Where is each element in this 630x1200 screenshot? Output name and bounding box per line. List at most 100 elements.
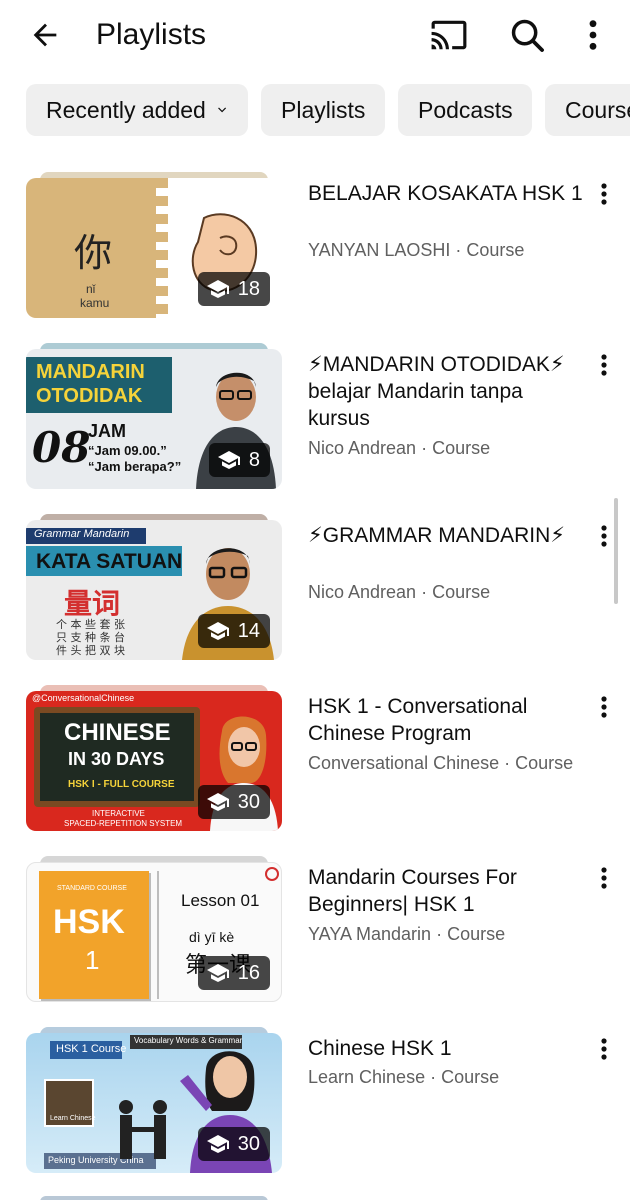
playlist-type: Course	[466, 240, 525, 260]
example-1: “Jam 09.00.”	[88, 443, 167, 458]
playlist-thumbnail[interactable]: MANDARIN OTODIDAK 08 JAM “Jam 09.00.” “J…	[26, 343, 282, 489]
playlist-meta: Nico Andrean · Course	[308, 436, 598, 460]
graduation-cap-icon	[217, 451, 240, 469]
meta-separator: ·	[416, 438, 433, 458]
playlist-type: Course	[441, 1067, 500, 1087]
item-menu-button[interactable]	[590, 345, 618, 385]
video-count: 18	[237, 277, 260, 300]
lesson-pinyin: dì yī kè	[189, 929, 235, 945]
meta-separator: ·	[416, 582, 433, 602]
book-number: 1	[85, 945, 100, 975]
channel-name[interactable]: Nico Andrean	[308, 438, 416, 458]
scrollbar[interactable]	[614, 498, 618, 604]
back-button[interactable]	[24, 14, 66, 56]
banner-line2: OTODIDAK	[36, 385, 143, 407]
playlist-title[interactable]: ⚡MANDARIN OTODIDAK⚡ belajar Mandarin tan…	[308, 351, 590, 432]
chip-label: Recently added	[46, 97, 206, 123]
channel-name[interactable]: YAYA Mandarin	[308, 924, 431, 944]
page-title: Playlists	[96, 18, 207, 51]
measure-words-row1: 个 本 些 套 张	[56, 618, 125, 631]
playlist-thumbnail[interactable]: Grammar Mandarin KATA SATUAN 量词 个 本 些 套 …	[26, 514, 282, 660]
chip-playlists[interactable]: Playlists	[261, 84, 385, 136]
more-vertical-icon	[601, 1038, 607, 1060]
playlist-meta: YAYA Mandarin · Course	[308, 922, 598, 946]
graduation-cap-icon	[206, 280, 229, 298]
playlist-item[interactable]: STANDARD COURSE HSK 1 Lesson 01 dì yī kè…	[0, 856, 630, 1016]
playlist-title[interactable]: ⚡GRAMMAR MANDARIN⚡	[308, 522, 590, 549]
footer-line1: INTERACTIVE	[92, 809, 145, 818]
measure-words-row2: 只 支 种 条 台	[56, 631, 125, 644]
meta-separator: ·	[450, 240, 467, 260]
channel-name[interactable]: YANYAN LAOSHI	[308, 240, 450, 260]
search-button[interactable]	[504, 12, 550, 58]
page-divider	[157, 871, 159, 999]
footer-line2: SPACED-REPETITION SYSTEM	[64, 819, 183, 828]
cast-icon	[431, 20, 467, 50]
chip-label: Podcasts	[418, 97, 513, 123]
channel-name[interactable]: Conversational Chinese	[308, 753, 504, 773]
playlist-title[interactable]: Chinese HSK 1	[308, 1035, 590, 1062]
video-count-badge: 8	[208, 443, 270, 477]
channel-name[interactable]: Nico Andrean	[308, 582, 416, 602]
playlist-item[interactable]: MANDARIN OTODIDAK 08 JAM “Jam 09.00.” “J…	[0, 343, 630, 503]
handshake-illustration	[119, 1100, 167, 1159]
graduation-cap-icon	[206, 1135, 229, 1153]
video-count: 8	[248, 448, 260, 471]
video-count-badge: 30	[197, 1127, 270, 1161]
measure-words-row3: 件 头 把 双 块	[56, 644, 125, 657]
video-count-badge: 14	[197, 614, 270, 648]
more-options-button[interactable]	[570, 12, 616, 58]
playlist-item[interactable]: Grammar Mandarin KATA SATUAN 量词 个 本 些 套 …	[0, 514, 630, 674]
playlist-item[interactable]: 你 nǐ kamu 18 BELAJAR KOSAKATA HSK 1 YANY…	[0, 172, 630, 332]
playlist-thumbnail[interactable]: HSK 1 Course Vocabulary Words & Grammar …	[26, 1027, 282, 1173]
example-2: “Jam berapa?”	[88, 459, 182, 474]
chip-podcasts[interactable]: Podcasts	[398, 84, 532, 136]
channel-name[interactable]: Learn Chinese	[308, 1067, 425, 1087]
graduation-cap-icon	[206, 622, 229, 640]
banner-line1: MANDARIN	[36, 361, 145, 383]
chip-course[interactable]: Course	[545, 84, 630, 136]
board-line2: IN 30 DAYS	[68, 749, 165, 769]
board-line3: HSK I - FULL COURSE	[68, 779, 175, 790]
pinyin-text: nǐ	[86, 282, 96, 296]
channel-logo	[265, 867, 279, 881]
chip-recently-added[interactable]: Recently added	[26, 84, 248, 136]
arrow-left-icon	[33, 23, 57, 47]
playlist-item[interactable]: @ConversationalChinese CHINESE IN 30 DAY…	[0, 685, 630, 845]
video-count: 30	[237, 1132, 260, 1155]
top-app-bar: Playlists	[0, 0, 630, 72]
chip-label: Course	[565, 97, 630, 123]
board-line1: CHINESE	[64, 719, 171, 746]
playlist-item[interactable]: HSK 1 Course Vocabulary Words & Grammar …	[0, 1027, 630, 1187]
graduation-cap-icon	[206, 793, 229, 811]
next-item-edge	[40, 1196, 268, 1200]
chevron-down-icon	[217, 107, 226, 113]
playlist-title[interactable]: HSK 1 - Conversational Chinese Program	[308, 693, 590, 747]
video-count-badge: 30	[197, 785, 270, 819]
meta-separator: ·	[425, 1067, 442, 1087]
more-vertical-icon	[601, 525, 607, 547]
more-vertical-icon	[601, 354, 607, 376]
video-count: 16	[237, 961, 260, 984]
playlist-title[interactable]: Mandarin Courses For Beginners| HSK 1	[308, 864, 590, 918]
meta-separator: ·	[431, 924, 448, 944]
playlist-meta: Learn Chinese · Course	[308, 1065, 598, 1089]
hanzi-text: 你	[74, 231, 113, 275]
playlist-thumbnail[interactable]: @ConversationalChinese CHINESE IN 30 DAY…	[26, 685, 282, 831]
book-title: HSK	[53, 903, 125, 941]
more-vertical-icon	[601, 867, 607, 889]
item-menu-button[interactable]	[590, 174, 618, 214]
item-menu-button[interactable]	[590, 1029, 618, 1069]
playlist-title[interactable]: BELAJAR KOSAKATA HSK 1	[308, 180, 590, 207]
graduation-cap-icon	[206, 964, 229, 982]
flashcard-edge	[156, 178, 168, 318]
playlist-thumbnail[interactable]: STANDARD COURSE HSK 1 Lesson 01 dì yī kè…	[26, 856, 282, 1002]
more-vertical-icon	[589, 20, 597, 50]
playlist-type: Course	[515, 753, 574, 773]
book-subtitle: STANDARD COURSE	[57, 885, 127, 892]
playlist-thumbnail[interactable]: 你 nǐ kamu 18	[26, 172, 282, 318]
playlist-type: Course	[432, 582, 491, 602]
cast-button[interactable]	[426, 12, 472, 58]
item-menu-button[interactable]	[590, 858, 618, 898]
item-menu-button[interactable]	[590, 687, 618, 727]
